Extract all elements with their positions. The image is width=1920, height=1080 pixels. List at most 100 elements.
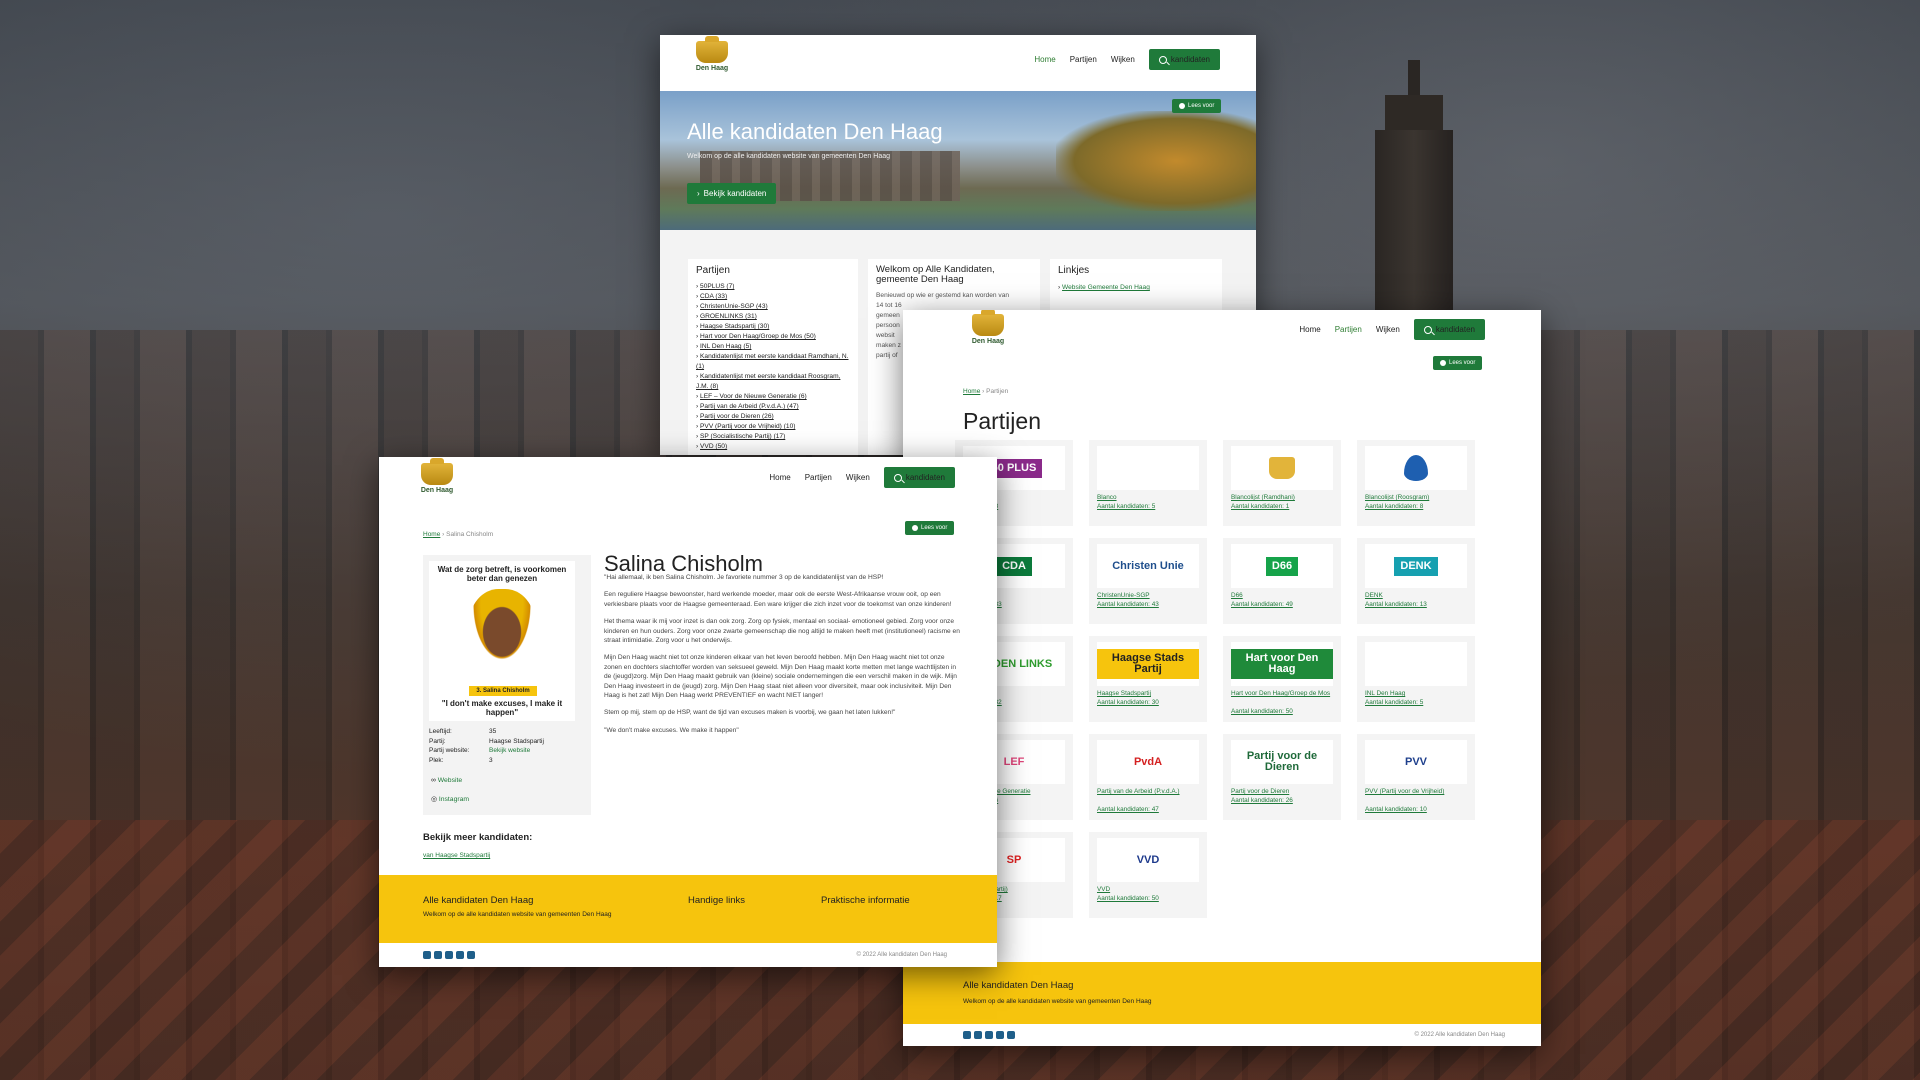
party-count[interactable]: Aantal kandidaten: 5: [1365, 699, 1423, 706]
party-count[interactable]: Aantal kandidaten: 8: [1365, 503, 1423, 510]
party-count[interactable]: Aantal kandidaten: 10: [1365, 806, 1427, 813]
linkedin-icon[interactable]: [974, 1031, 982, 1039]
party-list-item[interactable]: Partij van de Arbeid (P.v.d.A.) (47): [696, 402, 850, 412]
party-list-item[interactable]: GROENLINKS (31): [696, 312, 850, 322]
party-list-item[interactable]: Hart voor Den Haag/Groep de Mos (50): [696, 332, 850, 342]
party-count[interactable]: Aantal kandidaten: 50: [1097, 895, 1159, 902]
party-logo[interactable]: [1231, 446, 1333, 490]
nav-home[interactable]: Home: [1034, 55, 1055, 64]
party-logo[interactable]: Hart voor Den Haag: [1231, 642, 1333, 686]
party-card[interactable]: DENK DENK Aantal kandidaten: 13: [1357, 538, 1475, 624]
linkedin-icon[interactable]: [434, 951, 442, 959]
den-haag-logo[interactable]: Den Haag: [692, 36, 732, 72]
facebook-icon[interactable]: [985, 1031, 993, 1039]
party-logo[interactable]: [1365, 446, 1467, 490]
breadcrumb-home[interactable]: Home: [423, 531, 440, 538]
lees-voor-button[interactable]: Lees voor: [1172, 99, 1222, 113]
party-list-item[interactable]: Kandidatenlijst met eerste kandidaat Ram…: [696, 352, 850, 372]
party-name[interactable]: INL Den Haag: [1365, 690, 1405, 697]
party-card[interactable]: PvdA Partij van de Arbeid (P.v.d.A.) Aanta…: [1089, 734, 1207, 820]
search-kandidaten-button[interactable]: kandidaten: [1148, 49, 1220, 70]
detail-value[interactable]: Bekijk website: [489, 747, 530, 754]
facebook-icon[interactable]: [445, 951, 453, 959]
party-logo[interactable]: D66: [1231, 544, 1333, 588]
party-name[interactable]: PVV (Partij voor de Vrijheid): [1365, 788, 1444, 795]
party-name[interactable]: Partij van de Arbeid (P.v.d.A.): [1097, 788, 1180, 795]
party-logo[interactable]: Christen Unie: [1097, 544, 1199, 588]
party-count[interactable]: Aantal kandidaten: 13: [1365, 601, 1427, 608]
party-logo[interactable]: Haagse Stads Partij: [1097, 642, 1199, 686]
website-row[interactable]: ∞ Website: [431, 777, 462, 784]
nav-home[interactable]: Home: [1299, 325, 1320, 334]
nav-partijen[interactable]: Partijen: [805, 473, 832, 482]
youtube-icon[interactable]: [963, 1031, 971, 1039]
bekijk-kandidaten-button[interactable]: › Bekijk kandidaten: [687, 183, 777, 204]
party-card[interactable]: Haagse Stads Partij Haagse Stadspartij Aan…: [1089, 636, 1207, 722]
youtube-icon[interactable]: [423, 951, 431, 959]
party-count[interactable]: Aantal kandidaten: 30: [1097, 699, 1159, 706]
party-logo[interactable]: DENK: [1365, 544, 1467, 588]
party-count[interactable]: Aantal kandidaten: 1: [1231, 503, 1289, 510]
party-list-item[interactable]: ChristenUnie-SGP (43): [696, 302, 850, 312]
party-card[interactable]: INL Den Haag Aantal kandidaten: 5: [1357, 636, 1475, 722]
party-list-item[interactable]: LEF – Voor de Nieuwe Generatie (6): [696, 392, 850, 402]
party-logo[interactable]: Partij voor de Dieren: [1231, 740, 1333, 784]
party-logo[interactable]: PvdA: [1097, 740, 1199, 784]
party-list-item[interactable]: SP (Socialistische Partij) (17): [696, 432, 850, 442]
footer-praktische-informatie[interactable]: Praktische informatie: [821, 895, 910, 906]
party-list-item[interactable]: Partij voor de Dieren (26): [696, 412, 850, 422]
party-card[interactable]: Blanco Aantal kandidaten: 5: [1089, 440, 1207, 526]
party-name[interactable]: D66: [1231, 592, 1243, 599]
party-name[interactable]: Blanco: [1097, 494, 1117, 501]
website-gemeente-link[interactable]: Website Gemeente Den Haag: [1062, 284, 1150, 291]
party-card[interactable]: PVV PVV (Partij voor de Vrijheid) Aantal k…: [1357, 734, 1475, 820]
instagram-icon[interactable]: [1007, 1031, 1015, 1039]
party-card[interactable]: Christen Unie ChristenUnie-SGP Aantal kand…: [1089, 538, 1207, 624]
party-logo[interactable]: PVV: [1365, 740, 1467, 784]
party-card[interactable]: Blancolijst (Ramdhani) Aantal kandidaten:…: [1223, 440, 1341, 526]
nav-wijken[interactable]: Wijken: [1111, 55, 1135, 64]
search-kandidaten-button[interactable]: kandidaten: [1413, 319, 1485, 340]
party-name[interactable]: Hart voor Den Haag/Groep de Mos: [1231, 690, 1330, 697]
party-list-item[interactable]: INL Den Haag (5): [696, 342, 850, 352]
party-name[interactable]: VVD: [1097, 886, 1110, 893]
nav-partijen[interactable]: Partijen: [1070, 55, 1097, 64]
party-count[interactable]: Aantal kandidaten: 50: [1231, 708, 1293, 715]
party-card[interactable]: Partij voor de Dieren Partij voor de Dier…: [1223, 734, 1341, 820]
party-name[interactable]: Blancolijst (Roosgram): [1365, 494, 1429, 501]
instagram-row[interactable]: ◎ Instagram: [431, 795, 469, 803]
party-name[interactable]: Partij voor de Dieren: [1231, 788, 1289, 795]
nav-wijken[interactable]: Wijken: [1376, 325, 1400, 334]
party-count[interactable]: Aantal kandidaten: 26: [1231, 797, 1293, 804]
instagram-icon[interactable]: [467, 951, 475, 959]
party-list-item[interactable]: 50PLUS (7): [696, 282, 850, 292]
nav-wijken[interactable]: Wijken: [846, 473, 870, 482]
party-list-item[interactable]: PVV (Partij voor de Vrijheid) (10): [696, 422, 850, 432]
search-kandidaten-button[interactable]: kandidaten: [883, 467, 955, 488]
party-list-item[interactable]: Haagse Stadspartij (30): [696, 322, 850, 332]
party-logo[interactable]: VVD: [1097, 838, 1199, 882]
twitter-icon[interactable]: [456, 951, 464, 959]
party-name[interactable]: Blancolijst (Ramdhani): [1231, 494, 1295, 501]
party-list-item[interactable]: VVD (50): [696, 442, 850, 452]
party-logo[interactable]: [1097, 446, 1199, 490]
party-list-item[interactable]: Kandidatenlijst met eerste kandidaat Roo…: [696, 372, 850, 392]
party-card[interactable]: VVD VVD Aantal kandidaten: 50: [1089, 832, 1207, 918]
party-name[interactable]: DENK: [1365, 592, 1383, 599]
party-card[interactable]: Hart voor Den Haag Hart voor Den Haag/Gro…: [1223, 636, 1341, 722]
party-list-item[interactable]: CDA (33): [696, 292, 850, 302]
nav-home[interactable]: Home: [769, 473, 790, 482]
party-logo[interactable]: [1365, 642, 1467, 686]
party-count[interactable]: Aantal kandidaten: 43: [1097, 601, 1159, 608]
party-card[interactable]: Blancolijst (Roosgram) Aantal kandidaten:…: [1357, 440, 1475, 526]
breadcrumb-home[interactable]: Home: [963, 388, 980, 395]
party-name[interactable]: Haagse Stadspartij: [1097, 690, 1151, 697]
meer-kandidaten-link[interactable]: van Haagse Stadspartij: [423, 852, 490, 859]
party-count[interactable]: Aantal kandidaten: 49: [1231, 601, 1293, 608]
footer-handige-links[interactable]: Handige links: [688, 895, 745, 906]
twitter-icon[interactable]: [996, 1031, 1004, 1039]
party-count[interactable]: Aantal kandidaten: 5: [1097, 503, 1155, 510]
party-count[interactable]: Aantal kandidaten: 47: [1097, 806, 1159, 813]
nav-partijen[interactable]: Partijen: [1335, 325, 1362, 334]
den-haag-logo[interactable]: Den Haag: [968, 310, 1008, 345]
